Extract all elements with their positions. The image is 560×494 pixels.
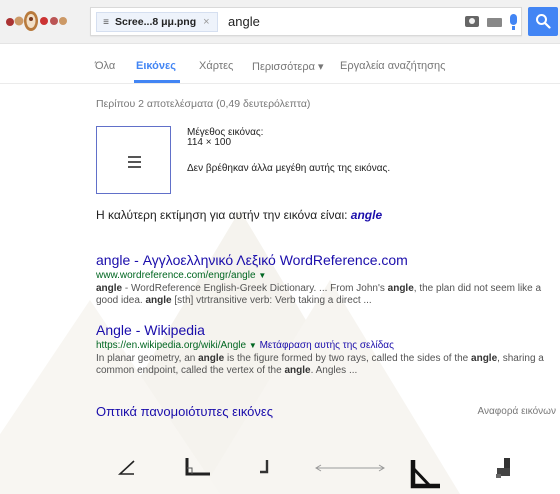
image-info: Μέγεθος εικόνας: 114 × 100 Δεν βρέθηκαν … <box>187 128 390 174</box>
active-tab-indicator <box>134 80 180 83</box>
tab-images[interactable]: Εικόνες <box>136 60 176 72</box>
no-other-sizes-text: Δεν βρέθηκαν άλλα μεγέθη αυτής της εικόν… <box>187 163 391 174</box>
image-size-value: 114 × 100 <box>187 137 232 148</box>
similar-image-6[interactable] <box>494 456 516 482</box>
similar-image-2[interactable] <box>182 456 212 480</box>
microphone-icon[interactable] <box>510 14 517 30</box>
search-button[interactable] <box>528 7 558 36</box>
url-dropdown-icon[interactable]: ▼ <box>249 341 257 350</box>
remove-image-icon[interactable]: × <box>203 16 209 28</box>
similar-image-1[interactable] <box>116 458 138 478</box>
tab-more[interactable]: Περισσότερα ▾ <box>252 60 324 73</box>
image-query-chip[interactable]: ≡ Scree...8 μμ.png × <box>96 12 218 32</box>
report-images-link[interactable]: Αναφορά εικόνων <box>478 406 557 417</box>
result-url: www.wordreference.com/engr/angle ▼ <box>96 269 556 282</box>
result-url: https://en.wikipedia.org/wiki/Angle ▼ Με… <box>96 339 556 352</box>
image-filename: Scree...8 μμ.png <box>115 16 197 28</box>
search-result: angle - Αγγλοελληνικό Λεξικό WordReferen… <box>96 252 556 307</box>
result-stats: Περίπου 2 αποτελέσματα (0,49 δευτερόλεπτ… <box>96 98 311 110</box>
camera-icon[interactable] <box>465 16 479 27</box>
best-guess: Η καλύτερη εκτίμηση για αυτήν την εικόνα… <box>96 208 382 222</box>
result-title-link[interactable]: angle - Αγγλοελληνικό Λεξικό WordReferen… <box>96 252 556 268</box>
tab-maps[interactable]: Χάρτες <box>199 60 233 72</box>
search-box[interactable]: ≡ Scree...8 μμ.png × angle <box>90 7 522 36</box>
search-icon <box>536 14 551 29</box>
url-dropdown-icon[interactable]: ▼ <box>258 271 266 280</box>
image-file-icon: ≡ <box>103 16 109 28</box>
result-title-link[interactable]: Angle - Wikipedia <box>96 322 556 338</box>
result-url-text: www.wordreference.com/engr/angle <box>96 270 256 281</box>
result-snippet: angle - WordReference English-Greek Dict… <box>96 283 542 306</box>
keyboard-icon[interactable] <box>487 18 502 27</box>
result-snippet: In planar geometry, an angle is the figu… <box>96 353 544 376</box>
best-guess-prefix: Η καλύτερη εκτίμηση για αυτήν την εικόνα… <box>96 208 348 222</box>
similar-image-4[interactable] <box>312 462 388 474</box>
result-url-text: https://en.wikipedia.org/wiki/Angle <box>96 340 247 351</box>
translate-page-link[interactable]: Μετάφραση αυτής της σελίδας <box>260 340 394 351</box>
best-guess-link[interactable]: angle <box>351 208 382 222</box>
search-tabs: Όλα Εικόνες Χάρτες Περισσότερα ▾ Εργαλεί… <box>0 44 560 84</box>
search-result: Angle - Wikipedia https://en.wikipedia.o… <box>96 322 556 377</box>
google-doodle-logo[interactable] <box>4 9 74 33</box>
menu-lines-icon <box>128 156 141 171</box>
similar-images-title[interactable]: Οπτικά πανομοιότυπες εικόνες <box>96 404 273 419</box>
search-input[interactable]: angle <box>228 14 260 29</box>
tab-search-tools[interactable]: Εργαλεία αναζήτησης <box>340 60 445 72</box>
tab-all[interactable]: Όλα <box>95 60 115 72</box>
similar-image-5[interactable] <box>408 458 442 490</box>
top-bar: ≡ Scree...8 μμ.png × angle <box>0 0 560 44</box>
query-image-thumbnail[interactable] <box>96 126 171 194</box>
similar-image-3[interactable] <box>258 458 272 478</box>
